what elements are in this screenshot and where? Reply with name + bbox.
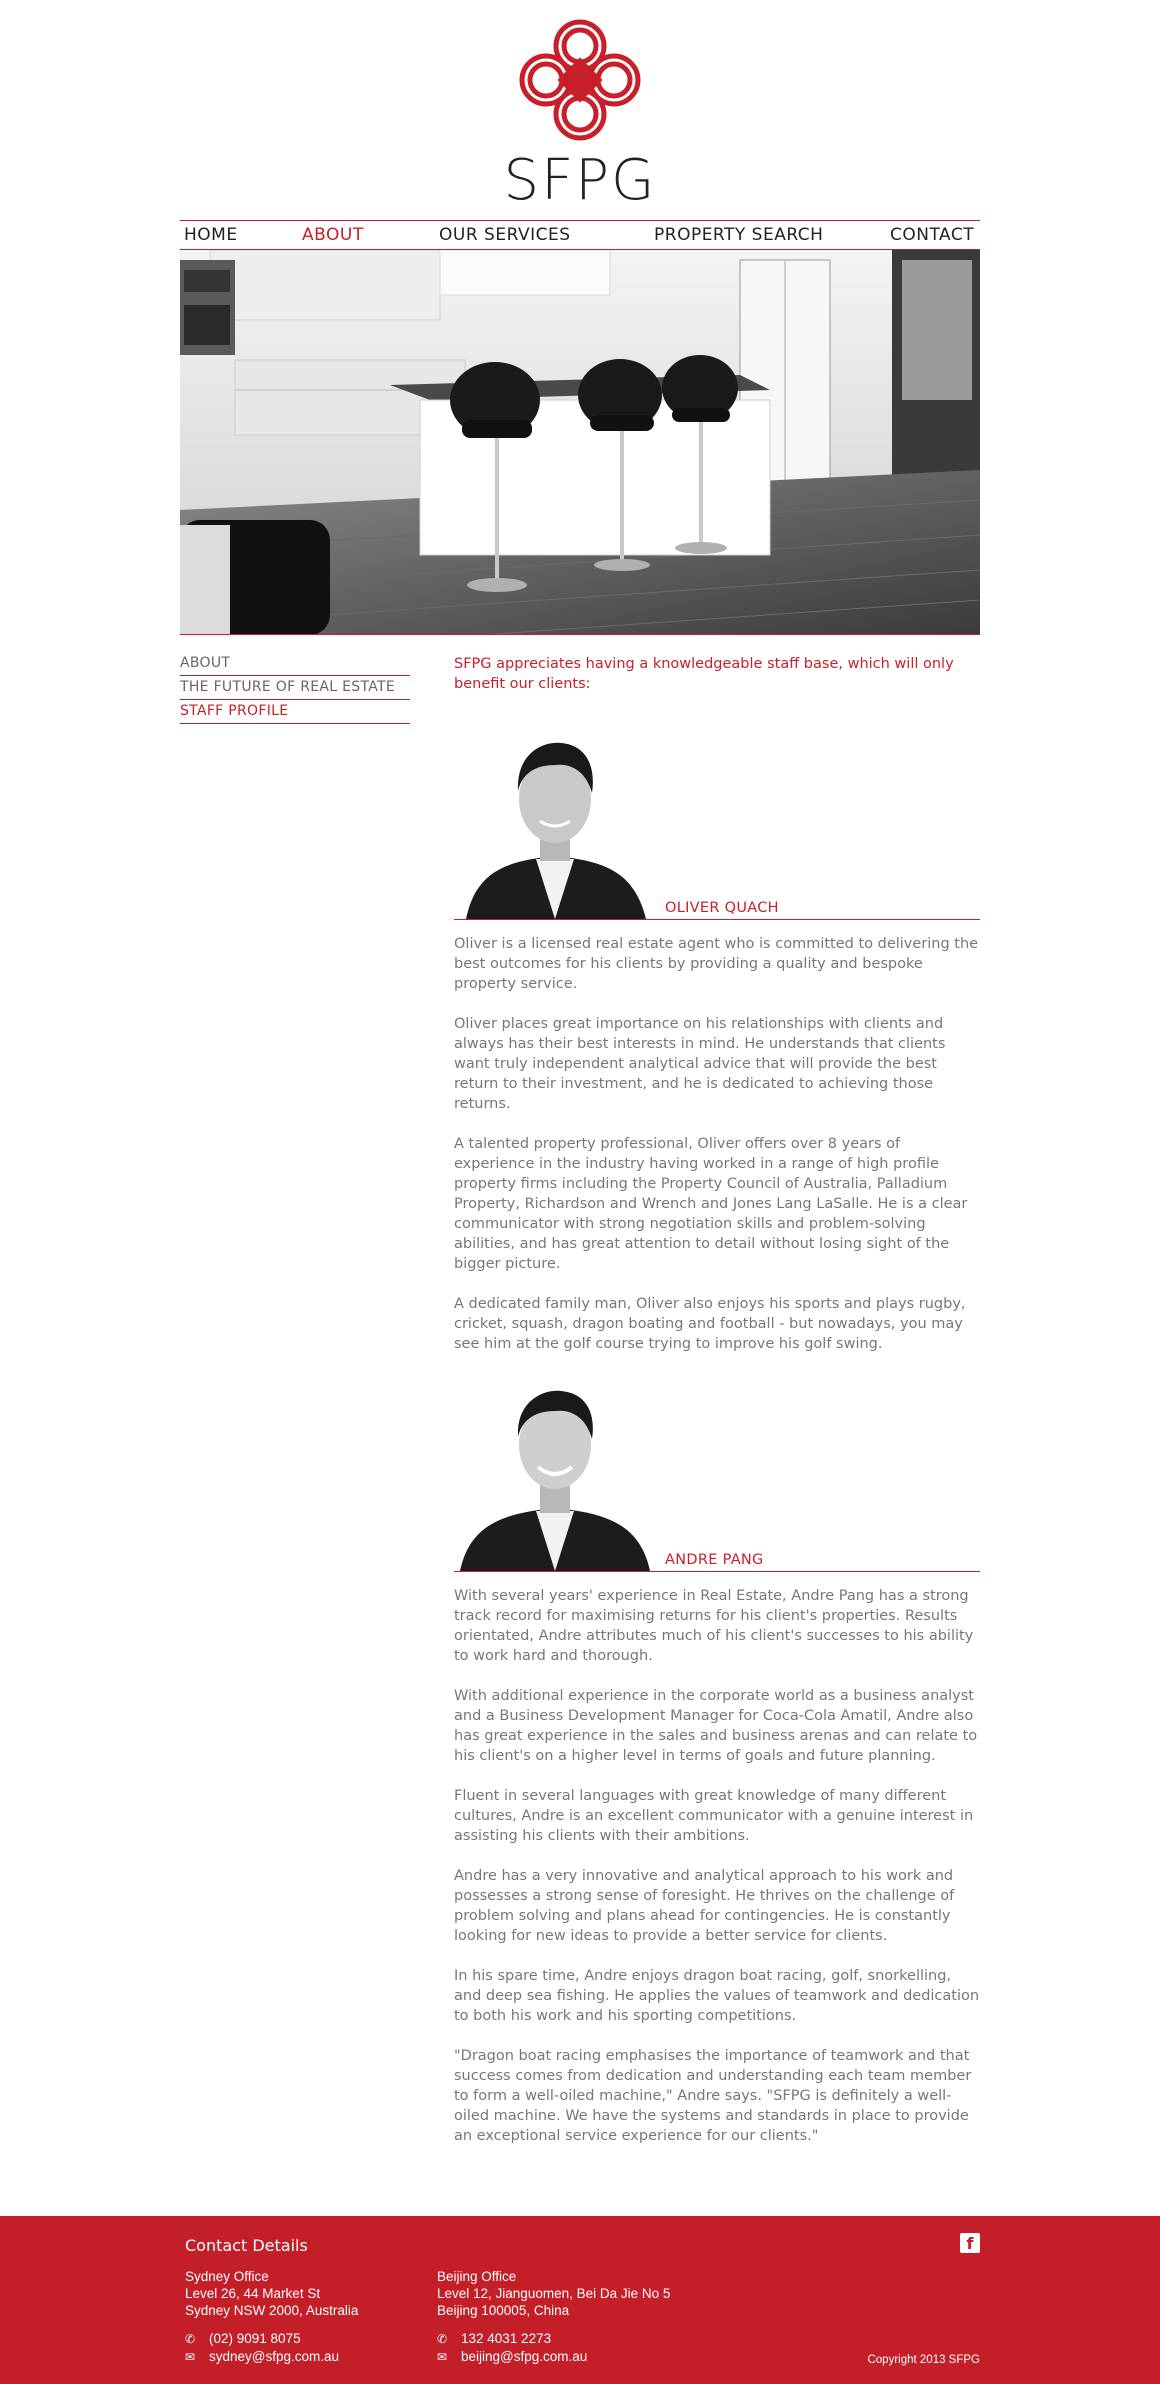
sidebar-menu: ABOUT THE FUTURE OF REAL ESTATE STAFF PR… [180,652,410,724]
nav-property-search[interactable]: PROPERTY SEARCH [654,225,823,245]
bio-paragraph: "Dragon boat racing emphasises the impor… [454,2048,972,2144]
address-line: Level 12, Jianguomen, Bei Da Jie No 5 [437,2286,671,2301]
staff-profile-andre: ANDRE PANG With several years' experienc… [454,1372,980,2146]
sydney-office-address: Sydney Office Level 26, 44 Market St Syd… [185,2268,358,2319]
bio-paragraph: Andre has a very innovative and analytic… [454,1868,955,1944]
phone-number: 132 4031 2273 [461,2331,552,2346]
sidebar-item-staff-profile[interactable]: STAFF PROFILE [180,700,410,724]
email-address: beijing@sfpg.com.au [461,2349,588,2364]
main-navigation: HOME ABOUT OUR SERVICES PROPERTY SEARCH … [180,220,980,250]
sydney-phone[interactable]: ✆ (02) 9091 8075 [185,2330,339,2348]
site-footer: Contact Details f Sydney Office Level 26… [0,2216,1160,2384]
bio-paragraph: A talented property professional, Oliver… [454,1136,968,1272]
address-line: Level 26, 44 Market St [185,2286,321,2301]
profile-name: OLIVER QUACH [665,900,779,916]
envelope-icon: ✉ [437,2350,448,2364]
email-address: sydney@sfpg.com.au [209,2349,340,2364]
address-line: Beijing 100005, China [437,2303,570,2318]
bio-paragraph: With several years' experience in Real E… [454,1588,974,1664]
sydney-email[interactable]: ✉ sydney@sfpg.com.au [185,2348,339,2366]
facebook-icon[interactable]: f [960,2233,980,2253]
logo-wordmark: SFPG [503,148,657,213]
nav-home[interactable]: HOME [184,225,238,245]
address-line: Beijing Office [437,2269,517,2284]
staff-profile-oliver: OLIVER QUACH Oliver is a licensed real e… [454,720,980,1354]
knot-logo-icon [519,19,641,141]
nav-about[interactable]: ABOUT [302,225,364,245]
bio-paragraph: A dedicated family man, Oliver also enjo… [454,1296,966,1352]
beijing-email[interactable]: ✉ beijing@sfpg.com.au [437,2348,587,2366]
profile-header: OLIVER QUACH [454,720,980,920]
site-logo[interactable]: SFPG [180,18,980,213]
main-content: SFPG appreciates having a knowledgeable … [454,654,980,2144]
bio-paragraph: With additional experience in the corpor… [454,1688,978,1764]
beijing-office-address: Beijing Office Level 12, Jianguomen, Bei… [437,2268,670,2319]
bio-paragraph: Fluent in several languages with great k… [454,1788,974,1844]
bio-paragraph: Oliver places great importance on his re… [454,1016,946,1112]
hero-kitchen-image [180,250,980,635]
beijing-contact: ✆ 132 4031 2273 ✉ beijing@sfpg.com.au [437,2330,587,2366]
phone-icon: ✆ [437,2332,448,2346]
intro-text: SFPG appreciates having a knowledgeable … [454,656,954,692]
portrait-photo [456,721,654,919]
profile-header: ANDRE PANG [454,1372,980,1572]
phone-number: (02) 9091 8075 [209,2331,301,2346]
sydney-contact: ✆ (02) 9091 8075 ✉ sydney@sfpg.com.au [185,2330,339,2366]
copyright-text: Copyright 2013 SFPG [867,2354,980,2366]
bio-paragraph: Oliver is a licensed real estate agent w… [454,936,979,992]
footer-title: Contact Details [185,2236,308,2255]
envelope-icon: ✉ [185,2350,196,2364]
portrait-photo [456,1373,654,1571]
address-line: Sydney Office [185,2269,269,2284]
profile-bio: Oliver is a licensed real estate agent w… [454,934,980,1354]
sidebar-item-future-of-real-estate[interactable]: THE FUTURE OF REAL ESTATE [180,676,410,700]
phone-icon: ✆ [185,2332,196,2346]
sidebar-item-about[interactable]: ABOUT [180,652,410,676]
bio-paragraph: In his spare time, Andre enjoys dragon b… [454,1968,980,2024]
nav-contact[interactable]: CONTACT [890,225,974,245]
profile-name: ANDRE PANG [665,1552,764,1568]
nav-our-services[interactable]: OUR SERVICES [439,225,571,245]
address-line: Sydney NSW 2000, Australia [185,2303,359,2318]
beijing-phone[interactable]: ✆ 132 4031 2273 [437,2330,587,2348]
profile-bio: With several years' experience in Real E… [454,1586,980,2146]
